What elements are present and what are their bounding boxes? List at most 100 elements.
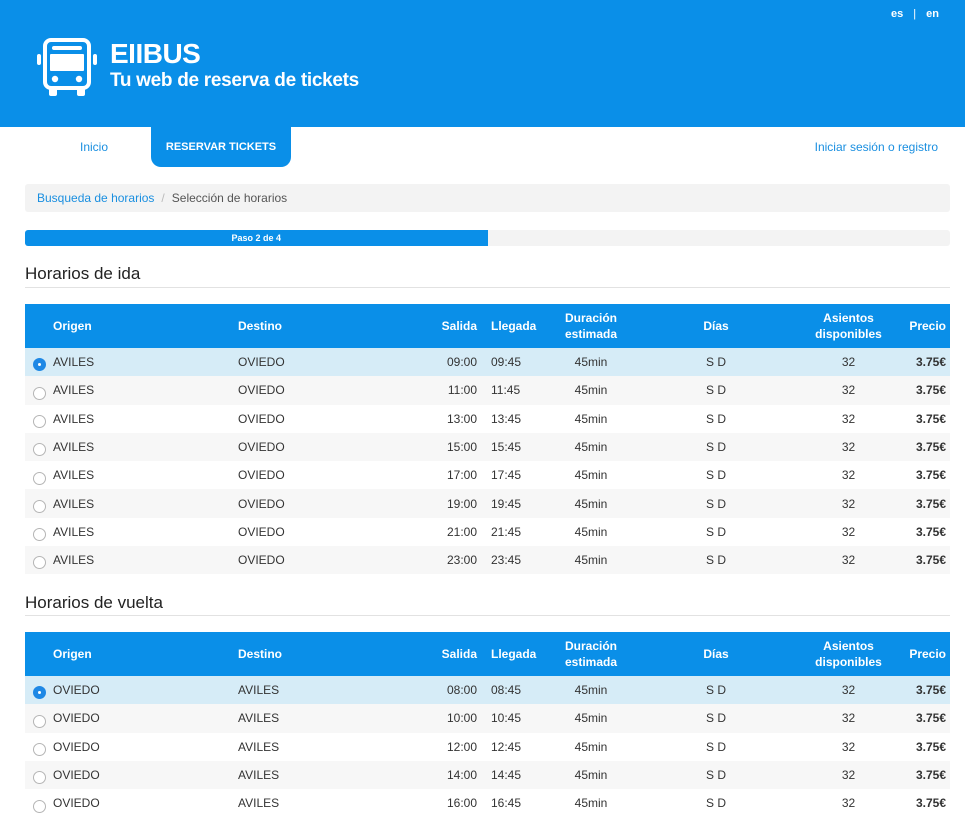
schedule-radio-button[interactable] — [32, 471, 46, 485]
header-dias: Días — [641, 304, 791, 348]
cell-duracion: 45min — [574, 796, 608, 811]
cell-origen: OVIEDO — [53, 739, 100, 754]
schedule-radio-button[interactable] — [32, 414, 46, 428]
cell-salida: 16:00 — [446, 796, 477, 811]
cell-select — [25, 760, 53, 790]
cell-select — [25, 518, 53, 546]
header-select — [25, 304, 53, 348]
cell-duracion: 45min — [541, 546, 641, 575]
cell-select — [25, 405, 53, 433]
cell-llegada: 11:45 — [485, 376, 541, 405]
schedule-radio-button[interactable] — [32, 771, 46, 785]
cell-destino: OVIEDO — [238, 348, 421, 377]
cell-llegada: 10:45 — [485, 704, 541, 733]
cell-destino: OVIEDO — [238, 524, 285, 539]
cell-origen: OVIEDO — [53, 704, 238, 733]
cell-destino: AVILES — [238, 676, 421, 705]
schedule-radio-button[interactable] — [32, 499, 46, 513]
schedule-radio-button[interactable] — [32, 528, 46, 542]
cell-destino: OVIEDO — [238, 468, 285, 483]
nav-login-link[interactable]: Iniciar sesión o registro — [815, 140, 938, 154]
schedule-radio-button[interactable] — [32, 443, 46, 457]
header-precio: Precio — [906, 304, 950, 348]
cell-origen: AVILES — [53, 524, 95, 539]
cell-asientos: 32 — [791, 704, 906, 733]
cell-origen: AVILES — [53, 432, 238, 462]
language-switcher: es | en — [891, 8, 939, 20]
cell-precio: 3.75€ — [906, 676, 950, 705]
table-row[interactable]: AVILES OVIEDO 13:00 13:45 45min S D 32 3.75€ — [25, 405, 950, 433]
ida-schedule-table: Origen Destino Salida Llegada Duración e… — [25, 304, 950, 575]
table-header-row: Origen Destino Salida Llegada Duración e… — [25, 632, 950, 676]
breadcrumb: Busqueda de horarios / Selección de hora… — [25, 184, 950, 212]
cell-duracion: 45min — [541, 432, 641, 462]
cell-salida: 19:00 — [421, 489, 485, 518]
cell-salida: 14:00 — [421, 760, 485, 790]
schedule-radio-button[interactable] — [32, 556, 46, 570]
cell-destino: OVIEDO — [238, 489, 421, 518]
cell-origen: AVILES — [53, 411, 95, 426]
cell-salida: 13:00 — [446, 411, 477, 426]
cell-salida: 23:00 — [421, 546, 485, 575]
table-row[interactable]: AVILES OVIEDO 11:00 11:45 45min S D 32 3.75€ — [25, 376, 950, 405]
table-row[interactable]: AVILES OVIEDO 09:00 09:45 45min S D 32 3.75€ — [25, 348, 950, 377]
table-row[interactable]: AVILES OVIEDO 23:00 23:45 45min S D 32 3.75€ — [25, 546, 950, 575]
schedule-radio-button[interactable] — [32, 386, 46, 400]
cell-select — [25, 546, 53, 575]
table-header-row: Origen Destino Salida Llegada Duración e… — [25, 304, 950, 348]
cell-select — [25, 461, 53, 489]
cell-duracion: 45min — [541, 760, 641, 790]
cell-asientos: 32 — [791, 676, 906, 705]
lang-es-link[interactable]: es — [891, 8, 903, 20]
cell-llegada: 23:45 — [485, 546, 541, 575]
header-llegada: Llegada — [485, 632, 541, 676]
cell-salida: 12:00 — [446, 739, 477, 754]
main-nav: Inicio RESERVAR TICKETS Iniciar sesión o… — [0, 127, 965, 167]
cell-destino: AVILES — [238, 796, 280, 811]
schedule-radio-button[interactable] — [32, 714, 46, 728]
cell-dias: S D — [705, 739, 726, 754]
table-row[interactable]: AVILES OVIEDO 21:00 21:45 45min S D 32 3.75€ — [25, 518, 950, 546]
cell-select — [25, 676, 53, 705]
header-duracion: Duración estimada — [541, 632, 641, 676]
schedule-radio-button[interactable] — [32, 686, 46, 700]
table-row[interactable]: OVIEDO AVILES 14:00 14:45 45min S D 32 3.75€ — [25, 760, 950, 790]
schedule-radio-button[interactable] — [32, 799, 46, 813]
cell-asientos: 32 — [841, 796, 856, 811]
ida-section-title: Horarios de ida — [25, 264, 141, 283]
cell-salida: 15:00 — [421, 432, 485, 462]
cell-dias: S D — [641, 432, 791, 462]
table-row[interactable]: AVILES OVIEDO 19:00 19:45 45min S D 32 3.75€ — [25, 489, 950, 518]
cell-asientos: 32 — [841, 468, 856, 483]
cell-destino: AVILES — [238, 760, 421, 790]
cell-llegada: 21:45 — [491, 524, 522, 539]
table-row[interactable]: AVILES OVIEDO 17:00 17:45 45min S D 32 3.75€ — [25, 461, 950, 489]
cell-destino: OVIEDO — [238, 411, 285, 426]
table-row[interactable]: OVIEDO AVILES 12:00 12:45 45min S D 32 3.75€ — [25, 733, 950, 761]
schedule-radio-button[interactable] — [32, 742, 46, 756]
progress-track: Paso 2 de 4 — [25, 230, 950, 246]
cell-asientos: 32 — [791, 760, 906, 790]
cell-origen: OVIEDO — [53, 760, 238, 790]
table-row[interactable]: OVIEDO AVILES 16:00 16:45 45min S D 32 3.75€ — [25, 789, 950, 817]
table-row[interactable]: OVIEDO AVILES 08:00 08:45 45min S D 32 3.75€ — [25, 676, 950, 705]
cell-dias: S D — [641, 489, 791, 518]
cell-duracion: 45min — [541, 676, 641, 705]
cell-dias: S D — [705, 796, 726, 811]
cell-dias: S D — [705, 468, 726, 483]
breadcrumb-search-link[interactable]: Busqueda de horarios — [37, 191, 154, 205]
table-row[interactable]: AVILES OVIEDO 15:00 15:45 45min S D 32 3.75€ — [25, 432, 950, 462]
lang-en-link[interactable]: en — [926, 8, 939, 20]
schedule-radio-button[interactable] — [32, 358, 46, 372]
cell-precio: 3.75€ — [906, 432, 950, 462]
cell-duracion: 45min — [541, 348, 641, 377]
table-row[interactable]: OVIEDO AVILES 10:00 10:45 45min S D 32 3.75€ — [25, 704, 950, 733]
nav-reservar-tickets-tab[interactable]: RESERVAR TICKETS — [151, 127, 291, 167]
vuelta-schedule-table: Origen Destino Salida Llegada Duración e… — [25, 632, 950, 817]
cell-asientos: 32 — [841, 524, 856, 539]
cell-duracion: 45min — [574, 411, 608, 426]
breadcrumb-separator: / — [161, 191, 165, 205]
nav-inicio-link[interactable]: Inicio — [80, 140, 108, 154]
cell-asientos: 32 — [791, 546, 906, 575]
cell-llegada: 13:45 — [491, 411, 522, 426]
